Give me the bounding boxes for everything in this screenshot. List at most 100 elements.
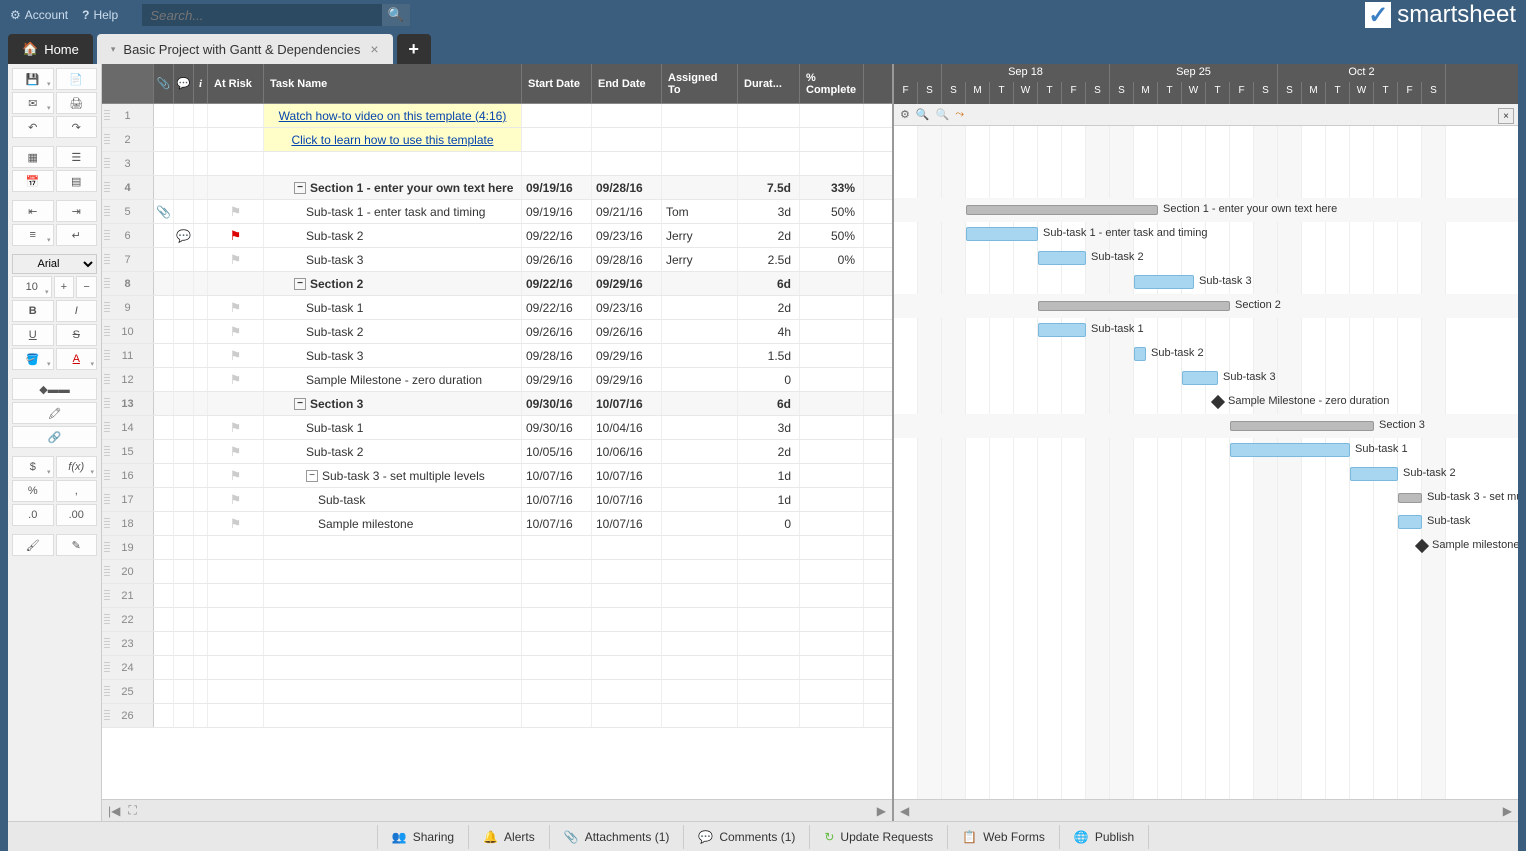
- info-cell[interactable]: [194, 464, 208, 487]
- atrisk-cell[interactable]: [208, 608, 264, 631]
- duration-cell[interactable]: [738, 536, 800, 559]
- gantt-bar[interactable]: Sub-task: [1398, 515, 1422, 529]
- highlight-button[interactable]: 🖍: [12, 402, 97, 424]
- attach-cell[interactable]: [154, 224, 174, 247]
- complete-cell[interactable]: [800, 584, 864, 607]
- info-cell[interactable]: [194, 248, 208, 271]
- table-row[interactable]: 26: [102, 704, 892, 728]
- end-cell[interactable]: 09/23/16: [592, 224, 662, 247]
- row-number[interactable]: 23: [102, 632, 154, 655]
- table-row[interactable]: 21: [102, 584, 892, 608]
- attach-cell[interactable]: [154, 704, 174, 727]
- start-cell[interactable]: 09/22/16: [522, 224, 592, 247]
- tab-close-icon[interactable]: ×: [370, 41, 378, 57]
- bold-button[interactable]: B: [12, 300, 54, 322]
- assigned-cell[interactable]: Jerry: [662, 224, 738, 247]
- atrisk-cell[interactable]: ⚑: [208, 512, 264, 535]
- gantt-bar[interactable]: Section 3: [1230, 421, 1374, 431]
- gantt-zoomin-icon[interactable]: 🔍: [916, 108, 930, 121]
- duration-cell[interactable]: [738, 128, 800, 151]
- duration-cell[interactable]: 2d: [738, 440, 800, 463]
- end-cell[interactable]: 09/21/16: [592, 200, 662, 223]
- duration-cell[interactable]: 6d: [738, 392, 800, 415]
- info-cell[interactable]: [194, 320, 208, 343]
- atrisk-cell[interactable]: ⚑: [208, 224, 264, 247]
- header-startdate[interactable]: Start Date: [522, 64, 592, 103]
- comment-cell[interactable]: [174, 176, 194, 199]
- complete-cell[interactable]: [800, 656, 864, 679]
- search-input[interactable]: [142, 4, 382, 26]
- font-select[interactable]: Arial: [12, 254, 97, 274]
- duration-cell[interactable]: [738, 608, 800, 631]
- help-link[interactable]: Help: [82, 8, 118, 22]
- gantt-bar[interactable]: Section 2: [1038, 301, 1230, 311]
- table-row[interactable]: 3: [102, 152, 892, 176]
- task-cell[interactable]: Sub-task: [264, 488, 522, 511]
- row-number[interactable]: 16: [102, 464, 154, 487]
- complete-cell[interactable]: [800, 680, 864, 703]
- start-cell[interactable]: [522, 656, 592, 679]
- end-cell[interactable]: 10/04/16: [592, 416, 662, 439]
- task-cell[interactable]: Sub-task 3: [264, 344, 522, 367]
- duration-cell[interactable]: 4h: [738, 320, 800, 343]
- end-cell[interactable]: 10/07/16: [592, 392, 662, 415]
- assigned-cell[interactable]: [662, 512, 738, 535]
- start-cell[interactable]: [522, 536, 592, 559]
- start-cell[interactable]: [522, 128, 592, 151]
- assigned-cell[interactable]: [662, 632, 738, 655]
- complete-cell[interactable]: 0%: [800, 248, 864, 271]
- row-number[interactable]: 4: [102, 176, 154, 199]
- comment-cell[interactable]: [174, 104, 194, 127]
- comment-cell[interactable]: [174, 440, 194, 463]
- gantt-bar[interactable]: Sub-task 2: [1134, 347, 1146, 361]
- task-cell[interactable]: Sub-task 3: [264, 248, 522, 271]
- publish-button[interactable]: 🌐Publish: [1060, 825, 1149, 849]
- attach-cell[interactable]: [154, 584, 174, 607]
- comment-cell[interactable]: [174, 152, 194, 175]
- gantt-critical-path-icon[interactable]: ⤳: [955, 108, 964, 121]
- attach-cell[interactable]: [154, 536, 174, 559]
- complete-cell[interactable]: [800, 104, 864, 127]
- start-cell[interactable]: 09/29/16: [522, 368, 592, 391]
- attach-cell[interactable]: [154, 488, 174, 511]
- gantt-bar[interactable]: Sub-task 3: [1182, 371, 1218, 385]
- end-cell[interactable]: [592, 704, 662, 727]
- tab-dropdown-icon[interactable]: ▾: [111, 44, 116, 55]
- attach-cell[interactable]: [154, 632, 174, 655]
- start-cell[interactable]: 09/30/16: [522, 416, 592, 439]
- row-number[interactable]: 12: [102, 368, 154, 391]
- complete-cell[interactable]: [800, 344, 864, 367]
- assigned-cell[interactable]: [662, 296, 738, 319]
- start-cell[interactable]: 10/07/16: [522, 488, 592, 511]
- row-number[interactable]: 19: [102, 536, 154, 559]
- outdent-button[interactable]: ⇤: [12, 200, 54, 222]
- comment-cell[interactable]: [174, 296, 194, 319]
- assigned-cell[interactable]: [662, 104, 738, 127]
- attach-cell[interactable]: [154, 440, 174, 463]
- link-cell[interactable]: Click to learn how to use this template: [264, 128, 522, 151]
- row-number[interactable]: 21: [102, 584, 154, 607]
- info-cell[interactable]: [194, 392, 208, 415]
- end-cell[interactable]: 09/28/16: [592, 248, 662, 271]
- duration-cell[interactable]: [738, 584, 800, 607]
- info-cell[interactable]: [194, 368, 208, 391]
- end-cell[interactable]: 10/07/16: [592, 488, 662, 511]
- attach-cell[interactable]: [154, 104, 174, 127]
- jump-start-icon[interactable]: |◀: [108, 804, 120, 818]
- gantt-bar[interactable]: Sub-task 3: [1134, 275, 1194, 289]
- attachments-button[interactable]: 📎Attachments (1): [550, 825, 685, 849]
- end-cell[interactable]: 10/07/16: [592, 512, 662, 535]
- text-color-button[interactable]: A▾: [56, 348, 98, 370]
- complete-cell[interactable]: [800, 152, 864, 175]
- info-cell[interactable]: [194, 200, 208, 223]
- info-cell[interactable]: [194, 608, 208, 631]
- info-cell[interactable]: [194, 416, 208, 439]
- atrisk-cell[interactable]: ⚑: [208, 320, 264, 343]
- assigned-cell[interactable]: [662, 536, 738, 559]
- attach-cell[interactable]: [154, 344, 174, 367]
- atrisk-cell[interactable]: ⚑: [208, 344, 264, 367]
- task-cell[interactable]: Sample Milestone - zero duration: [264, 368, 522, 391]
- row-number[interactable]: 17: [102, 488, 154, 511]
- duration-cell[interactable]: 3d: [738, 416, 800, 439]
- task-cell[interactable]: Sub-task 2: [264, 440, 522, 463]
